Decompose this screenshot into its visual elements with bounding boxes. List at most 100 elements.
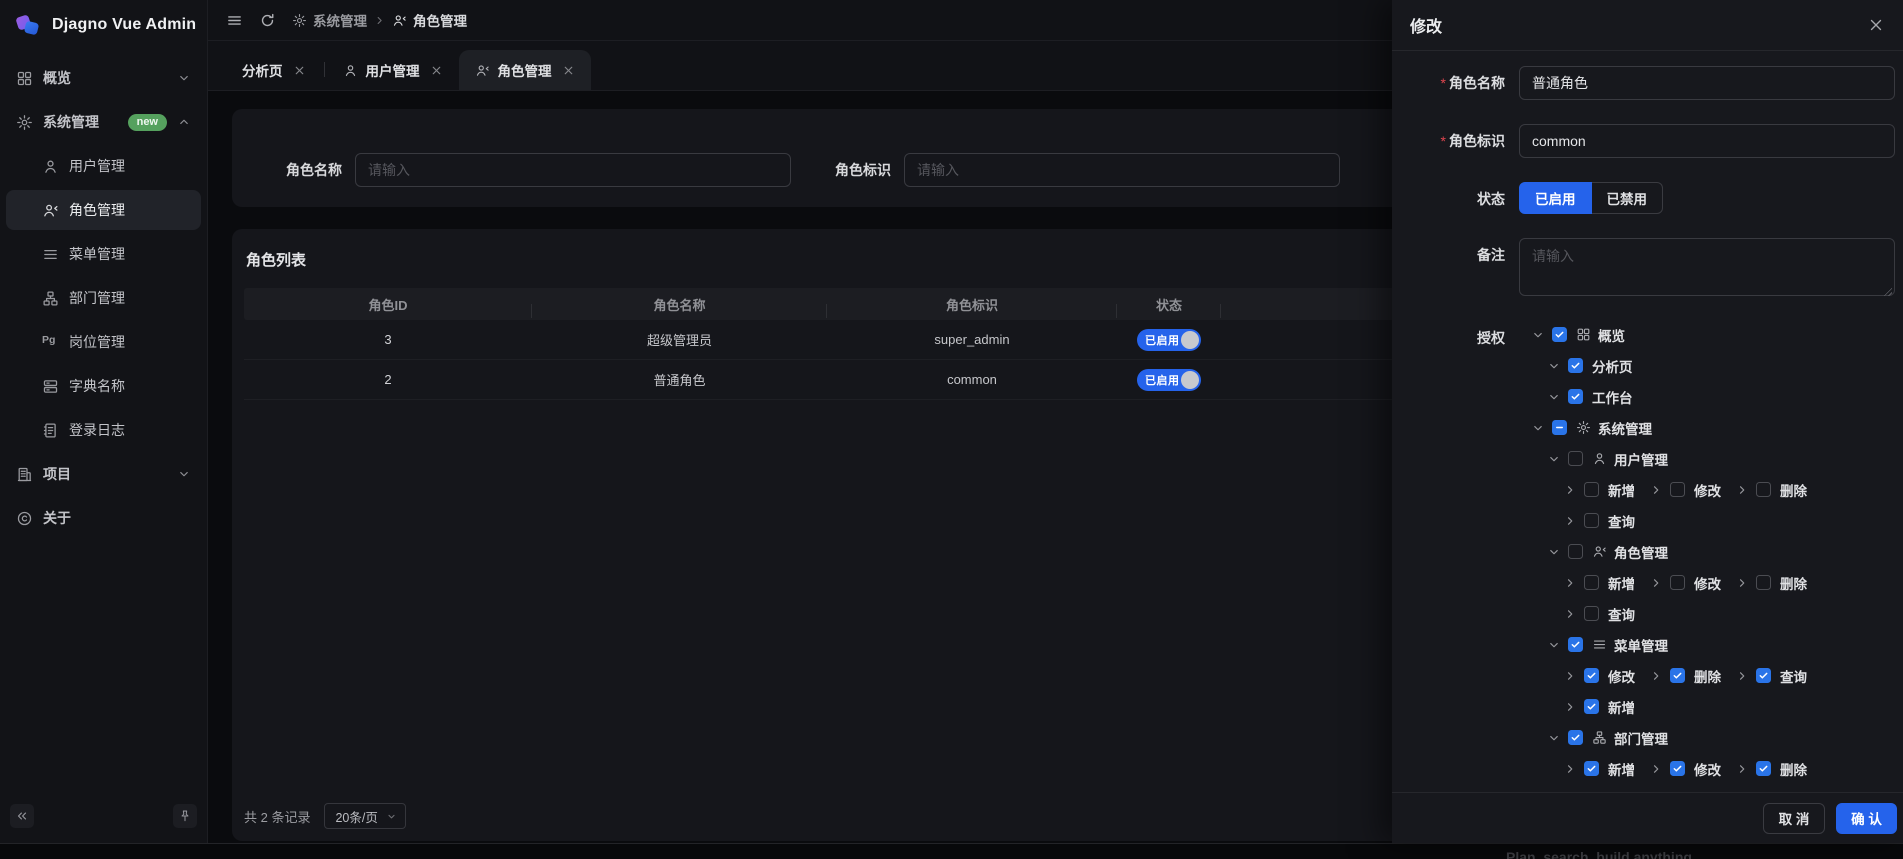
tree-checkbox[interactable] xyxy=(1552,327,1567,342)
tree-node-新增[interactable]: 新增 xyxy=(1563,573,1635,593)
sidebar-item-用户管理[interactable]: 用户管理 xyxy=(6,146,201,186)
sidebar-item-岗位管理[interactable]: Pg岗位管理 xyxy=(6,322,201,362)
cancel-button[interactable]: 取 消 xyxy=(1763,803,1825,834)
drawer-input-角色标识[interactable] xyxy=(1519,124,1895,158)
chevron-right-icon[interactable] xyxy=(1735,669,1749,683)
sidebar-item-项目[interactable]: 项目 xyxy=(6,454,201,494)
status-toggle[interactable]: 已启用 xyxy=(1137,369,1201,391)
tree-checkbox[interactable] xyxy=(1584,575,1599,590)
close-icon[interactable] xyxy=(430,64,443,77)
sidebar-item-系统管理[interactable]: 系统管理new xyxy=(6,102,201,142)
tab-用户管理[interactable]: 用户管理 xyxy=(327,50,459,90)
sidebar-item-登录日志[interactable]: 登录日志 xyxy=(6,410,201,450)
sidebar-item-角色管理[interactable]: 角色管理 xyxy=(6,190,201,230)
sidebar-item-关于[interactable]: 关于 xyxy=(6,498,201,538)
tree-checkbox[interactable] xyxy=(1670,668,1685,683)
tree-checkbox[interactable] xyxy=(1584,668,1599,683)
tree-checkbox[interactable] xyxy=(1756,761,1771,776)
tree-checkbox[interactable] xyxy=(1756,575,1771,590)
tree-checkbox[interactable] xyxy=(1584,606,1599,621)
tree-checkbox[interactable] xyxy=(1584,699,1599,714)
tree-checkbox[interactable] xyxy=(1568,358,1583,373)
tree-checkbox[interactable] xyxy=(1584,513,1599,528)
close-icon[interactable] xyxy=(293,64,306,77)
chevron-down-icon[interactable] xyxy=(1547,359,1561,373)
chevron-right-icon[interactable] xyxy=(1649,576,1663,590)
chevron-right-icon[interactable] xyxy=(1563,669,1577,683)
sidebar-item-部门管理[interactable]: 部门管理 xyxy=(6,278,201,318)
sidebar-collapse-button[interactable] xyxy=(10,804,34,828)
remark-textarea[interactable] xyxy=(1519,238,1895,296)
tree-checkbox[interactable] xyxy=(1584,482,1599,497)
tree-checkbox[interactable] xyxy=(1756,482,1771,497)
page-size-select[interactable]: 20条/页 xyxy=(324,803,406,829)
tree-checkbox[interactable] xyxy=(1568,451,1583,466)
chevron-right-icon[interactable] xyxy=(1735,576,1749,590)
drawer-input-角色名称[interactable] xyxy=(1519,66,1895,100)
tree-node-删除[interactable]: 删除 xyxy=(1735,573,1807,593)
chevron-right-icon[interactable] xyxy=(1563,762,1577,776)
search-input-角色名称[interactable] xyxy=(355,153,791,187)
tree-node-系统管理[interactable]: 系统管理 xyxy=(1531,418,1652,438)
tab-分析页[interactable]: 分析页 xyxy=(226,50,322,90)
sidebar-pin-button[interactable] xyxy=(173,804,197,828)
chevron-down-icon[interactable] xyxy=(1547,545,1561,559)
tree-node-分析页[interactable]: 分析页 xyxy=(1547,356,1633,376)
chevron-right-icon[interactable] xyxy=(1563,483,1577,497)
chevron-down-icon[interactable] xyxy=(1547,390,1561,404)
segment-option-已禁用[interactable]: 已禁用 xyxy=(1592,182,1664,214)
chevron-right-icon[interactable] xyxy=(1563,576,1577,590)
tree-node-删除[interactable]: 删除 xyxy=(1735,759,1807,779)
tree-node-删除[interactable]: 删除 xyxy=(1649,666,1721,686)
chevron-right-icon[interactable] xyxy=(1649,483,1663,497)
confirm-button[interactable]: 确 认 xyxy=(1836,803,1897,834)
tree-checkbox[interactable] xyxy=(1568,544,1583,559)
tree-node-角色管理[interactable]: 角色管理 xyxy=(1547,542,1668,562)
close-icon[interactable] xyxy=(562,64,575,77)
tree-node-修改[interactable]: 修改 xyxy=(1649,573,1721,593)
tree-checkbox[interactable] xyxy=(1670,482,1685,497)
segment-option-已启用[interactable]: 已启用 xyxy=(1519,182,1592,214)
tree-node-新增[interactable]: 新增 xyxy=(1563,480,1635,500)
chevron-right-icon[interactable] xyxy=(1735,762,1749,776)
sidebar-item-菜单管理[interactable]: 菜单管理 xyxy=(6,234,201,274)
breadcrumb-item-角色管理[interactable]: 角色管理 xyxy=(392,10,467,30)
chevron-down-icon[interactable] xyxy=(1531,421,1545,435)
tree-node-新增[interactable]: 新增 xyxy=(1563,697,1635,717)
tree-checkbox[interactable] xyxy=(1584,761,1599,776)
tree-checkbox[interactable] xyxy=(1670,761,1685,776)
tree-checkbox[interactable] xyxy=(1568,730,1583,745)
tree-checkbox[interactable] xyxy=(1756,668,1771,683)
hamburger-menu-icon[interactable] xyxy=(226,12,243,29)
tree-node-查询[interactable]: 查询 xyxy=(1563,604,1635,624)
chevron-down-icon[interactable] xyxy=(1547,452,1561,466)
tree-node-新增[interactable]: 新增 xyxy=(1563,759,1635,779)
close-icon[interactable] xyxy=(1867,16,1885,34)
chevron-right-icon[interactable] xyxy=(1735,483,1749,497)
tree-checkbox[interactable] xyxy=(1552,420,1567,435)
chevron-right-icon[interactable] xyxy=(1563,700,1577,714)
chevron-down-icon[interactable] xyxy=(1531,328,1545,342)
tree-node-部门管理[interactable]: 部门管理 xyxy=(1547,728,1668,748)
breadcrumb-item-系统管理[interactable]: 系统管理 xyxy=(292,10,367,30)
tree-checkbox[interactable] xyxy=(1568,389,1583,404)
tree-checkbox[interactable] xyxy=(1670,575,1685,590)
chevron-down-icon[interactable] xyxy=(1547,731,1561,745)
refresh-icon[interactable] xyxy=(259,12,276,29)
app-logo[interactable]: Djagno Vue Admin xyxy=(0,0,207,50)
search-input-角色标识[interactable] xyxy=(904,153,1340,187)
tree-node-修改[interactable]: 修改 xyxy=(1563,666,1635,686)
tree-checkbox[interactable] xyxy=(1568,637,1583,652)
tree-node-修改[interactable]: 修改 xyxy=(1649,759,1721,779)
tree-node-工作台[interactable]: 工作台 xyxy=(1547,387,1633,407)
sidebar-item-概览[interactable]: 概览 xyxy=(6,58,201,98)
tree-node-用户管理[interactable]: 用户管理 xyxy=(1547,449,1668,469)
chevron-right-icon[interactable] xyxy=(1563,514,1577,528)
tab-角色管理[interactable]: 角色管理 xyxy=(459,50,591,90)
chevron-right-icon[interactable] xyxy=(1563,607,1577,621)
tree-node-删除[interactable]: 删除 xyxy=(1735,480,1807,500)
tree-node-修改[interactable]: 修改 xyxy=(1649,480,1721,500)
tree-node-概览[interactable]: 概览 xyxy=(1531,325,1625,345)
status-toggle[interactable]: 已启用 xyxy=(1137,329,1201,351)
chevron-down-icon[interactable] xyxy=(1547,638,1561,652)
